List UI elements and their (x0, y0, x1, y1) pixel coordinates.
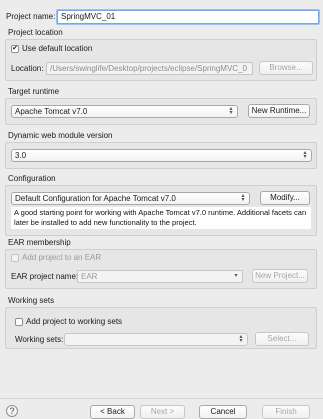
configuration-select[interactable]: Default Configuration for Apache Tomcat … (11, 192, 250, 205)
chevron-updown-icon: ▴ ▾ (229, 106, 233, 116)
add-to-working-sets-label[interactable]: Add project to working sets (26, 317, 122, 327)
target-runtime-title: Target runtime (8, 87, 60, 96)
web-module-select[interactable]: 3.0 ▴ ▾ (11, 149, 312, 162)
cancel-button[interactable]: Cancel (199, 405, 247, 419)
use-default-location-checkbox[interactable]: ✔ (11, 45, 19, 53)
chevron-updown-icon: ▴ ▾ (239, 334, 243, 344)
next-button[interactable]: Next > (140, 405, 185, 419)
footer-divider (0, 398, 323, 399)
select-button[interactable]: Select... (255, 332, 309, 346)
working-sets-label: Working sets: (15, 335, 64, 344)
ear-project-name-combo[interactable]: EAR ▾ (77, 270, 243, 283)
add-to-working-sets-checkbox[interactable] (15, 318, 23, 326)
working-sets-select[interactable]: ▴ ▾ (64, 333, 248, 346)
chevron-updown-icon: ▴ ▾ (241, 193, 245, 203)
chevron-down-icon: ▾ (234, 273, 238, 279)
back-button[interactable]: < Back (90, 405, 135, 419)
web-module-title: Dynamic web module version (8, 131, 113, 140)
target-runtime-value: Apache Tomcat v7.0 (15, 107, 88, 116)
modify-button[interactable]: Modify... (260, 191, 310, 205)
browse-button[interactable]: Browse... (259, 61, 313, 75)
configuration-title: Configuration (8, 174, 56, 183)
configuration-description: A good starting point for working with A… (11, 207, 311, 229)
target-runtime-select[interactable]: Apache Tomcat v7.0 ▴ ▾ (11, 105, 238, 118)
web-module-value: 3.0 (15, 151, 27, 160)
chevron-updown-icon: ▴ ▾ (303, 150, 307, 160)
working-sets-title: Working sets (8, 296, 55, 305)
new-project-button[interactable]: New Project... (252, 269, 308, 283)
project-name-input[interactable]: SpringMVC_01 (57, 10, 319, 24)
new-runtime-button[interactable]: New Runtime... (248, 104, 310, 118)
use-default-location-label[interactable]: Use default location (22, 44, 92, 54)
project-location-title: Project location (8, 28, 63, 37)
location-input[interactable]: /Users/swinglife/Desktop/projects/eclips… (46, 62, 253, 75)
configuration-value: Default Configuration for Apache Tomcat … (15, 194, 176, 203)
location-label: Location: (11, 64, 44, 73)
add-to-ear-label[interactable]: Add project to an EAR (22, 253, 101, 263)
ear-project-value: EAR (81, 272, 98, 281)
add-to-ear-checkbox[interactable] (11, 254, 19, 262)
finish-button[interactable]: Finish (262, 405, 310, 419)
help-icon[interactable]: ? (6, 405, 18, 417)
ear-membership-title: EAR membership (8, 238, 71, 247)
project-name-label: Project name: (6, 12, 56, 21)
ear-project-name-label: EAR project name: (11, 272, 79, 281)
